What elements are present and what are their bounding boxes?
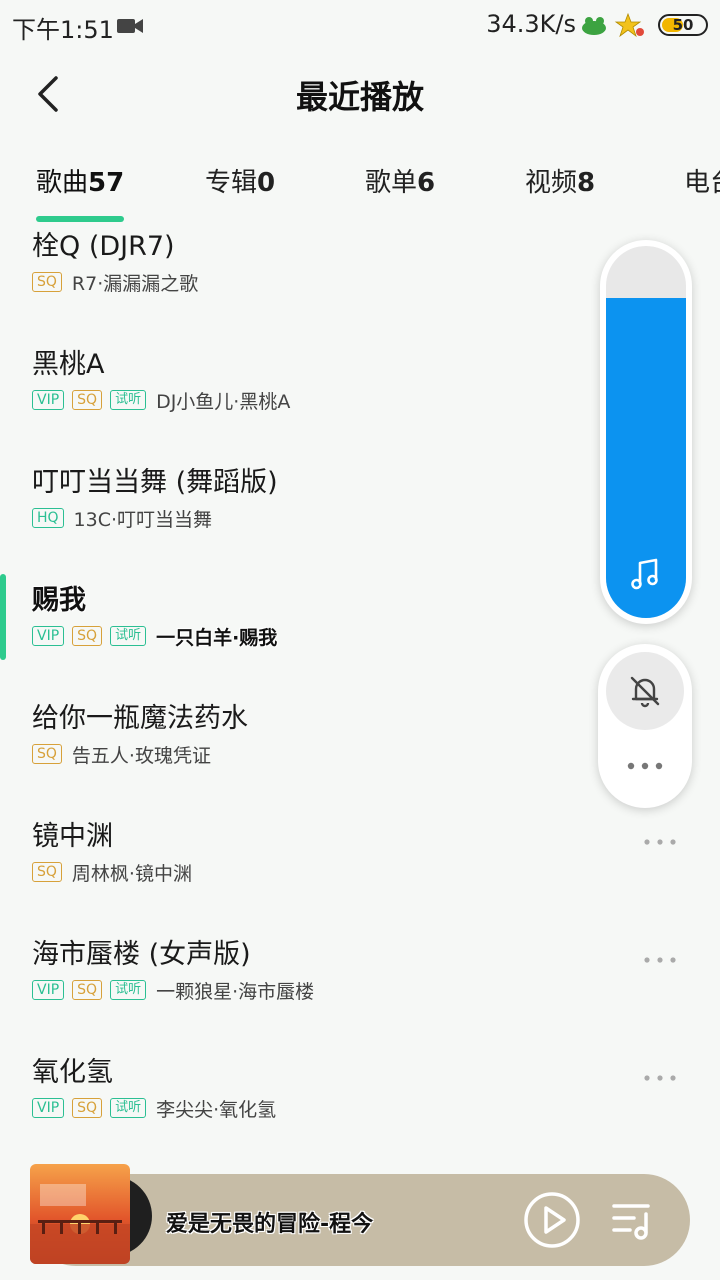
song-title: 给你一瓶魔法药水 — [32, 703, 248, 734]
page-title: 最近播放 — [295, 78, 424, 116]
more-options-icon[interactable] — [642, 836, 678, 848]
song-meta: VIP SQ 试听 一颗狼星·海市蜃楼 — [32, 978, 315, 1003]
tab-label: 视频 — [525, 168, 578, 198]
sq-badge: SQ — [32, 862, 62, 882]
play-icon[interactable] — [522, 1190, 582, 1250]
song-artist: 13C·叮叮当当舞 — [73, 508, 213, 531]
song-artist: 告五人·玫瑰凭证 — [71, 744, 211, 767]
status-bar: 下午1:51 34.3K/s 50 — [0, 0, 720, 52]
vip-badge: VIP — [32, 1098, 65, 1118]
volume-slider[interactable] — [606, 246, 686, 618]
vip-badge: VIP — [32, 626, 65, 646]
tab-videos[interactable]: 视频8 — [525, 162, 595, 199]
song-title: 氧化氢 — [32, 1057, 113, 1088]
tab-radio[interactable]: 电台 — [684, 162, 720, 199]
vip-badge: VIP — [32, 980, 65, 1000]
now-playing-title: 爱是无畏的冒险-程今 — [166, 1212, 374, 1237]
sq-badge: SQ — [32, 272, 62, 292]
more-options-icon[interactable] — [642, 1072, 678, 1084]
tab-count: 0 — [257, 168, 276, 198]
song-title: 叮叮当当舞 (舞蹈版) — [32, 467, 278, 498]
sound-mode-panel — [598, 644, 692, 808]
bell-off-icon — [630, 676, 660, 708]
music-note-icon — [631, 558, 658, 590]
hq-badge: HQ — [32, 508, 64, 528]
playlist-icon[interactable] — [608, 1198, 656, 1242]
song-title: 海市蜃楼 (女声版) — [32, 939, 251, 970]
song-artist: DJ小鱼儿·黑桃A — [156, 390, 291, 413]
song-title: 黑桃A — [32, 349, 105, 380]
more-dots-icon[interactable] — [626, 760, 664, 772]
tab-label: 歌曲 — [36, 168, 89, 198]
trial-badge: 试听 — [110, 390, 147, 410]
tab-label: 电台 — [684, 168, 720, 198]
title-bar: 最近播放 — [0, 52, 720, 138]
video-camera-icon — [117, 19, 143, 33]
song-artist: 一颗狼星·海市蜃楼 — [156, 980, 315, 1003]
song-title: 栓Q (DJR7) — [32, 231, 175, 262]
trial-badge: 试听 — [110, 980, 147, 1000]
song-artist: R7·漏漏漏之歌 — [71, 272, 199, 295]
song-row[interactable]: 镜中渊 SQ 周林枫·镜中渊 — [0, 812, 720, 930]
vip-badge: VIP — [32, 390, 65, 410]
trial-badge: 试听 — [110, 1098, 147, 1118]
song-meta: SQ 告五人·玫瑰凭证 — [32, 742, 211, 767]
battery-level: 50 — [672, 16, 694, 34]
song-meta: VIP SQ 试听 李尖尖·氧化氢 — [32, 1096, 277, 1121]
song-title: 赐我 — [32, 585, 86, 616]
tab-label: 歌单 — [365, 168, 418, 198]
tab-count: 57 — [88, 168, 125, 198]
status-time: 下午1:51 — [12, 16, 114, 44]
trial-badge: 试听 — [110, 626, 147, 646]
tab-count: 6 — [417, 168, 436, 198]
volume-panel — [600, 240, 692, 624]
song-artist: 周林枫·镜中渊 — [71, 862, 192, 885]
tab-label: 专辑 — [205, 168, 258, 198]
mute-button[interactable] — [606, 652, 684, 730]
tab-bar: 歌曲57 专辑0 歌单6 视频8 电台 — [0, 150, 720, 226]
tab-songs[interactable]: 歌曲57 — [36, 162, 124, 199]
song-row[interactable]: 海市蜃楼 (女声版) VIP SQ 试听 一颗狼星·海市蜃楼 — [0, 930, 720, 1048]
song-meta: SQ R7·漏漏漏之歌 — [32, 270, 199, 295]
sq-badge: SQ — [72, 1098, 103, 1118]
song-meta: SQ 周林枫·镜中渊 — [32, 860, 192, 885]
sq-badge: SQ — [72, 626, 103, 646]
sq-badge: SQ — [72, 390, 103, 410]
song-meta: HQ 13C·叮叮当当舞 — [32, 506, 213, 531]
song-artist: 李尖尖·氧化氢 — [156, 1098, 277, 1121]
sq-badge: SQ — [72, 980, 103, 1000]
network-speed: 34.3K/s — [486, 10, 576, 38]
song-title: 镜中渊 — [32, 821, 113, 852]
battery-icon: 50 — [658, 14, 708, 36]
song-meta: VIP SQ 试听 一只白羊·赐我 — [32, 624, 278, 649]
song-meta: VIP SQ 试听 DJ小鱼儿·黑桃A — [32, 388, 291, 413]
song-artist: 一只白羊·赐我 — [156, 626, 278, 649]
app-notification-icon — [582, 12, 644, 38]
sq-badge: SQ — [32, 744, 62, 764]
song-row[interactable]: 氧化氢 VIP SQ 试听 李尖尖·氧化氢 — [0, 1048, 720, 1166]
tab-indicator — [36, 216, 124, 222]
tab-albums[interactable]: 专辑0 — [205, 162, 275, 199]
tab-count: 8 — [577, 168, 596, 198]
more-options-icon[interactable] — [642, 954, 678, 966]
tab-playlists[interactable]: 歌单6 — [365, 162, 435, 199]
album-cover[interactable] — [30, 1164, 130, 1264]
